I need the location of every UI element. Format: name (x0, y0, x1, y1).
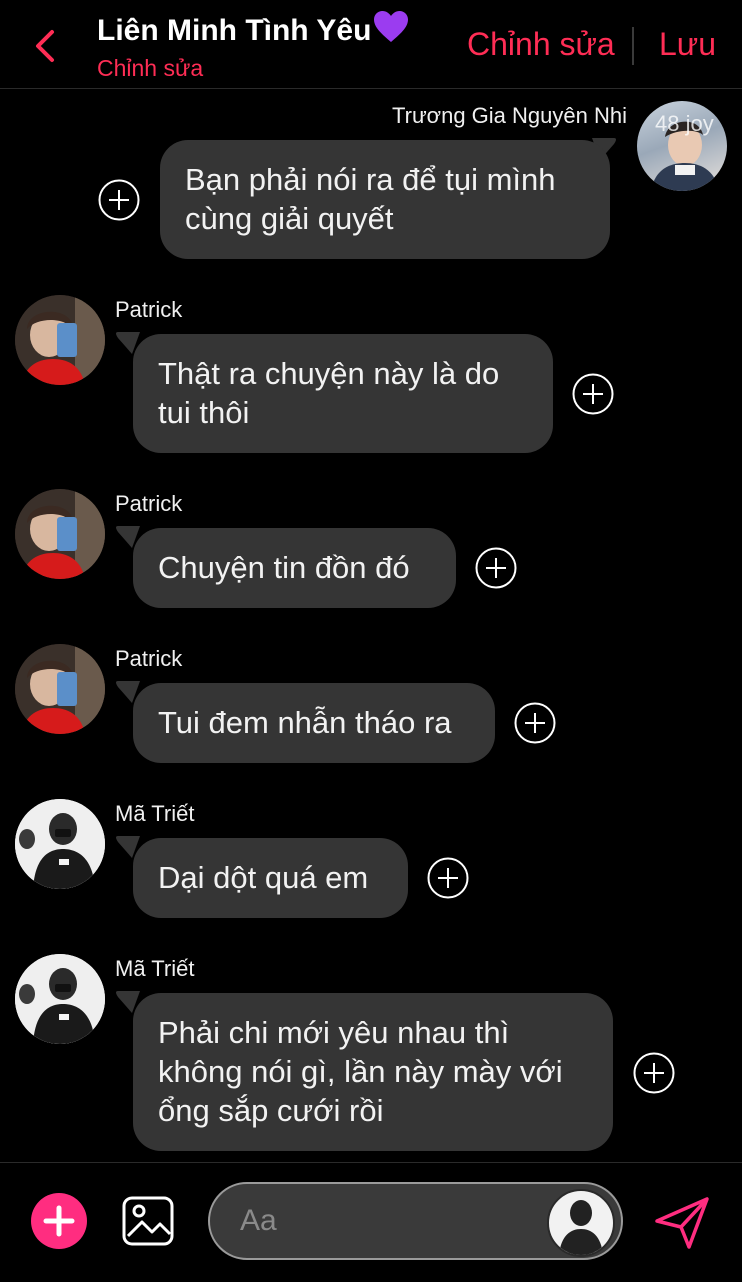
message-input[interactable]: Aa (208, 1182, 623, 1260)
add-reaction-icon[interactable] (475, 547, 517, 589)
message-line: cùng giải quyết (185, 201, 394, 236)
sender-name: Mã Triết (115, 956, 195, 981)
edit-button[interactable]: Chỉnh sửa (467, 26, 615, 63)
send-icon[interactable] (653, 1195, 711, 1251)
chat-subtitle[interactable]: Chỉnh sửa (97, 55, 203, 82)
message-line: Dại dột quá em (158, 860, 369, 895)
header-divider (632, 27, 634, 65)
chat-header: Liên Minh Tình Yêu Chỉnh sửa Chỉnh sửa L… (0, 0, 742, 89)
add-reaction-icon[interactable] (572, 373, 614, 415)
message-line: ổng sắp cưới rồi (158, 1093, 384, 1128)
message-line: Bạn phải nói ra để tụi mình (185, 162, 556, 197)
add-reaction-icon[interactable] (98, 179, 140, 221)
purple-heart-icon (374, 11, 409, 42)
message-bubble[interactable]: Phải chi mới yêu nhau thì không nói gì, … (133, 993, 613, 1151)
person-silhouette-icon (559, 1200, 603, 1255)
message-line: tui thôi (158, 395, 250, 430)
add-reaction-icon[interactable] (514, 702, 556, 744)
avatar[interactable] (15, 799, 105, 889)
sender-name: Patrick (115, 491, 183, 516)
avatar[interactable] (547, 1189, 615, 1257)
message-bubble[interactable]: Dại dột quá em (133, 838, 408, 918)
add-button[interactable] (31, 1193, 87, 1249)
message-bubble[interactable]: Tui đem nhẫn tháo ra (133, 683, 495, 763)
add-reaction-icon[interactable] (427, 857, 469, 899)
image-icon[interactable] (122, 1196, 174, 1246)
avatar[interactable] (15, 489, 105, 579)
avatar-photo (15, 799, 105, 889)
avatar[interactable] (15, 954, 105, 1044)
sender-name: Patrick (115, 646, 183, 671)
avatar[interactable]: 48 joy (637, 101, 727, 191)
message-bubble[interactable]: Thật ra chuyện này là do tui thôi (133, 334, 553, 453)
avatar-photo (15, 644, 105, 734)
avatar-photo (15, 489, 105, 579)
avatar-photo (15, 954, 105, 1044)
plus-icon (43, 1205, 75, 1237)
sender-name: Patrick (115, 297, 183, 322)
avatar[interactable] (15, 295, 105, 385)
message-line: Tui đem nhẫn tháo ra (158, 705, 452, 740)
chevron-left-icon[interactable] (28, 24, 68, 68)
avatar-caption: 48 joy (655, 111, 714, 136)
chat-title: Liên Minh Tình Yêu (97, 10, 409, 48)
message-bubble[interactable]: Chuyện tin đồn đó (133, 528, 456, 608)
avatar[interactable] (15, 644, 105, 734)
message-line: Phải chi mới yêu nhau thì (158, 1015, 510, 1050)
message-bubble[interactable]: Bạn phải nói ra để tụi mình cùng giải qu… (160, 140, 610, 259)
message-line: Chuyện tin đồn đó (158, 550, 410, 585)
add-reaction-icon[interactable] (633, 1052, 675, 1094)
message-line: không nói gì, lần này mày với (158, 1054, 563, 1089)
save-button[interactable]: Lưu (659, 26, 716, 63)
chat-title-text: Liên Minh Tình Yêu (97, 14, 372, 47)
sender-name: Mã Triết (115, 801, 195, 826)
sender-name: Trương Gia Nguyên Nhi (392, 103, 627, 128)
avatar-photo (15, 295, 105, 385)
input-placeholder: Aa (240, 1204, 277, 1237)
message-line: Thật ra chuyện này là do (158, 356, 500, 391)
